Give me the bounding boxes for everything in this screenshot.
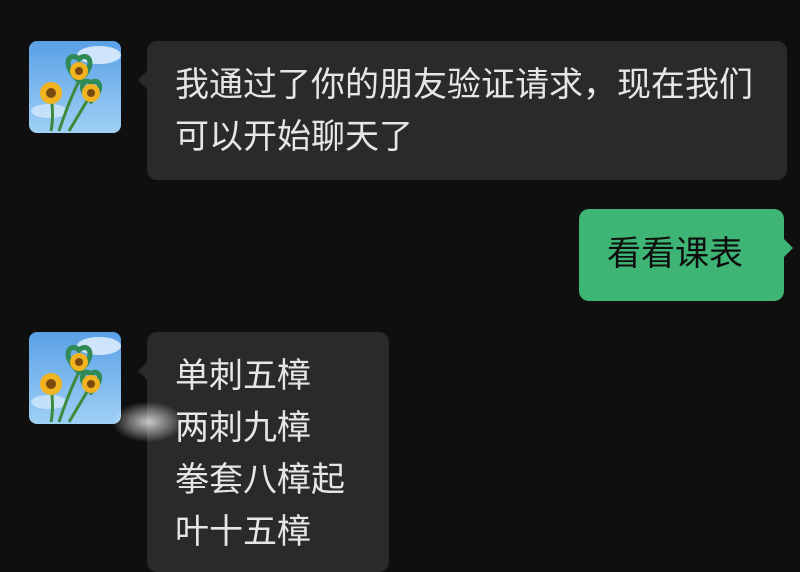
sunflower-heart-avatar-icon [29,332,121,424]
message-line: 拳套八樟起 [175,460,345,500]
sunflower-heart-avatar-icon [29,41,121,133]
message-line: 单刺五樟 [175,356,311,396]
message-text: 看看课表 [607,234,743,274]
message-bubble-incoming[interactable]: 单刺五樟 两刺九樟 拳套八樟起 叶十五樟 [138,332,389,572]
message-line: 两刺九樟 [175,408,311,448]
message-bubble-incoming[interactable]: 我通过了你的朋友验证请求，现在我们可以开始聊天了 [138,41,787,180]
contact-avatar[interactable] [29,332,121,424]
contact-avatar[interactable] [29,41,121,133]
message-bubble-outgoing[interactable]: 看看课表 [579,209,793,301]
chat-area: 我通过了你的朋友验证请求，现在我们可以开始聊天了 看看课表 单刺五樟 两刺九樟 … [0,0,800,572]
message-text: 我通过了你的朋友验证请求，现在我们可以开始聊天了 [175,65,753,157]
message-line: 叶十五樟 [175,512,311,552]
